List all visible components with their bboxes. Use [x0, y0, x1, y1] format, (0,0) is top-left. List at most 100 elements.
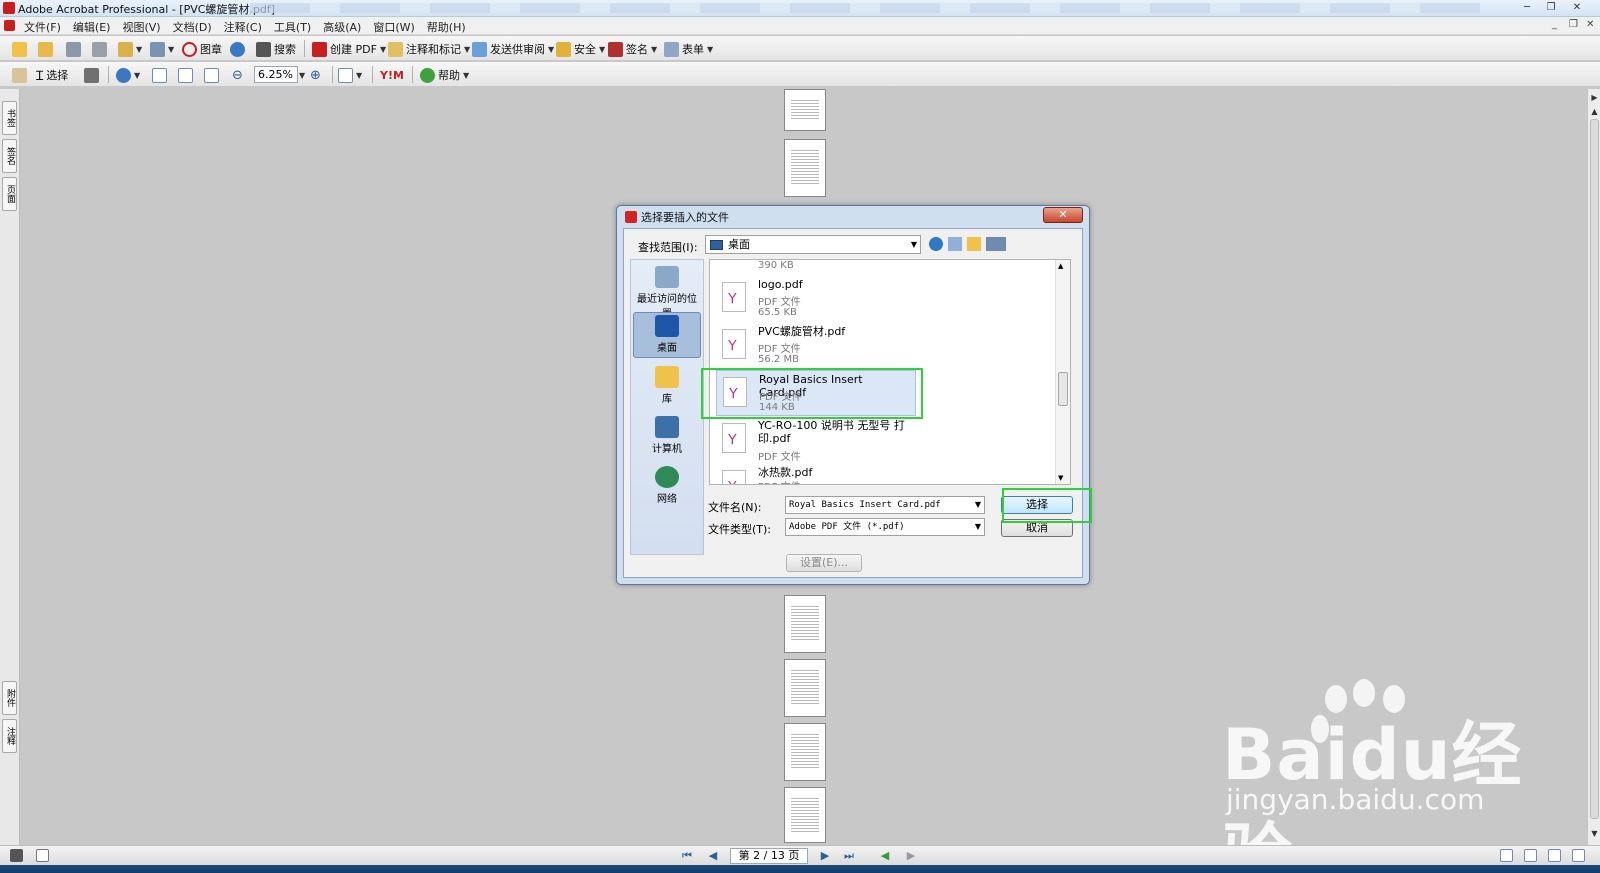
- place-network[interactable]: 网络: [633, 464, 701, 510]
- arrow-right-icon[interactable]: ▶: [1589, 93, 1600, 105]
- snapshot-button[interactable]: [84, 66, 99, 84]
- doc-close-button[interactable]: ✕: [1586, 19, 1594, 30]
- page-number-field[interactable]: 第 2 / 13 页: [730, 848, 808, 864]
- ym-button[interactable]: Y!M: [380, 66, 404, 84]
- print-button[interactable]: [92, 40, 107, 58]
- fit-page-icon: [178, 67, 193, 83]
- menu-advanced[interactable]: 高级(A): [323, 19, 361, 35]
- last-page-button[interactable]: ⏭: [842, 849, 856, 863]
- chevron-down-icon[interactable]: ▼: [975, 519, 981, 535]
- tab-attachments[interactable]: 附件: [2, 681, 17, 715]
- look-in-dropdown[interactable]: 桌面 ▼: [705, 235, 921, 254]
- menu-view[interactable]: 视图(V): [122, 19, 160, 35]
- close-window-button[interactable]: ✕: [1566, 1, 1588, 15]
- previous-page-button[interactable]: ◀: [706, 849, 720, 863]
- previous-view-button[interactable]: ◀: [878, 849, 892, 863]
- file-list-scrollbar[interactable]: ▲ ▼: [1055, 260, 1070, 484]
- chevron-down-icon[interactable]: ▼: [975, 497, 981, 513]
- page-thumbnail[interactable]: [784, 139, 826, 197]
- panel-toggle-icon[interactable]: [10, 849, 23, 862]
- scroll-down-arrow[interactable]: ▼: [1058, 474, 1063, 482]
- up-folder-icon[interactable]: [948, 237, 962, 251]
- continuous-facing-icon[interactable]: [1572, 849, 1585, 862]
- menu-help[interactable]: 帮助(H): [427, 19, 466, 35]
- fit-page-button[interactable]: [178, 66, 193, 84]
- filename-input[interactable]: Royal Basics Insert Card.pdf ▼: [785, 496, 985, 514]
- help-button[interactable]: 帮助 ▼: [420, 66, 469, 84]
- dialog-close-button[interactable]: ✕: [1043, 207, 1083, 223]
- page-thumbnail[interactable]: [784, 723, 826, 781]
- facing-icon[interactable]: [1548, 849, 1561, 862]
- next-view-button[interactable]: ▶: [904, 849, 918, 863]
- page-thumbnail[interactable]: [784, 595, 826, 653]
- scrollbar-thumb[interactable]: [1590, 119, 1599, 819]
- web-button[interactable]: [230, 40, 245, 58]
- open-button[interactable]: [12, 40, 27, 58]
- file-item-logo[interactable]: logo.pdf PDF 文件 65.5 KB: [716, 276, 916, 322]
- email-button[interactable]: ▼: [118, 40, 142, 58]
- filetype-dropdown[interactable]: Adobe PDF 文件 (*.pdf) ▼: [785, 518, 985, 536]
- menu-file[interactable]: 文件(F): [24, 19, 61, 35]
- page-thumbnail[interactable]: [784, 787, 826, 843]
- tab-bookmarks[interactable]: 书签: [2, 101, 17, 135]
- menu-tools[interactable]: 工具(T): [274, 19, 311, 35]
- view-menu-icon[interactable]: [986, 237, 1006, 251]
- next-page-button[interactable]: ▶: [818, 849, 832, 863]
- page-size-icon[interactable]: [36, 849, 49, 862]
- page-thumbnail[interactable]: [784, 659, 826, 717]
- scroll-up-arrow[interactable]: ▲: [1058, 262, 1063, 270]
- file-item-bingre[interactable]: 冰热款.pdf PDF 文件: [716, 464, 916, 484]
- file-item[interactable]: 390 KB: [716, 260, 916, 271]
- menu-window[interactable]: 窗口(W): [373, 19, 414, 35]
- document-icon[interactable]: [4, 20, 15, 31]
- tab-comments[interactable]: 注释: [2, 719, 17, 753]
- settings-button[interactable]: 设置(E)...: [786, 554, 862, 572]
- rotate-button[interactable]: ▼: [338, 66, 362, 84]
- zoom-in-button[interactable]: ⊕: [310, 66, 321, 84]
- zoom-out-button[interactable]: ⊖: [232, 66, 243, 84]
- organizer-button[interactable]: [38, 40, 53, 58]
- single-page-icon[interactable]: [1500, 849, 1513, 862]
- scroll-up-arrow[interactable]: ▲: [1589, 107, 1600, 119]
- actual-size-button[interactable]: [152, 66, 167, 84]
- attach-button[interactable]: ▼: [150, 40, 174, 58]
- back-icon[interactable]: [929, 237, 943, 251]
- file-item-pvc[interactable]: PVC螺旋管材.pdf PDF 文件 56.2 MB: [716, 323, 916, 369]
- place-computer[interactable]: 计算机: [633, 414, 701, 460]
- send-review-button[interactable]: 发送供审阅 ▼: [472, 40, 554, 58]
- minimize-button[interactable]: ─: [1516, 1, 1538, 15]
- file-item-yc-ro[interactable]: YC-RO-100 说明书 无型号 打印.pdf PDF 文件: [716, 417, 916, 463]
- stamp-button[interactable]: 图章: [182, 40, 222, 58]
- select-tool-button[interactable]: Ɪ 选择: [36, 66, 68, 84]
- doc-minimize-button[interactable]: _: [1552, 19, 1557, 30]
- menu-comments[interactable]: 注释(C): [224, 19, 262, 35]
- page-thumbnail[interactable]: [784, 89, 826, 131]
- tab-signatures[interactable]: 签名: [2, 139, 17, 173]
- zoom-dropdown[interactable]: ▼: [299, 66, 305, 84]
- first-page-button[interactable]: ⏮: [680, 849, 694, 863]
- security-button[interactable]: 安全 ▼: [556, 40, 605, 58]
- menu-edit[interactable]: 编辑(E): [73, 19, 111, 35]
- scroll-down-arrow[interactable]: ▼: [1589, 829, 1600, 841]
- forms-button[interactable]: 表单 ▼: [664, 40, 713, 58]
- place-desktop[interactable]: 桌面: [633, 312, 701, 358]
- new-folder-icon[interactable]: [967, 237, 981, 251]
- document-scrollbar[interactable]: ▶ ▲ ▼: [1587, 89, 1600, 845]
- place-recent[interactable]: 最近访问的位置: [633, 264, 701, 320]
- zoom-tool-button[interactable]: ▼: [116, 66, 140, 84]
- tab-pages[interactable]: 页面: [2, 177, 17, 211]
- hand-tool-button[interactable]: [12, 66, 27, 84]
- doc-restore-button[interactable]: ❐: [1569, 19, 1578, 30]
- comment-markup-button[interactable]: 注释和标记 ▼: [388, 40, 470, 58]
- create-pdf-button[interactable]: 创建 PDF ▼: [312, 40, 386, 58]
- maximize-button[interactable]: ❐: [1540, 1, 1562, 15]
- fit-width-button[interactable]: [204, 66, 219, 84]
- search-button[interactable]: 搜索: [256, 40, 296, 58]
- menu-document[interactable]: 文档(D): [173, 19, 212, 35]
- sign-button[interactable]: 签名 ▼: [608, 40, 657, 58]
- continuous-icon[interactable]: [1524, 849, 1537, 862]
- save-button[interactable]: [66, 40, 81, 58]
- scrollbar-thumb[interactable]: [1058, 372, 1068, 406]
- place-libraries[interactable]: 库: [633, 364, 701, 410]
- zoom-level-input[interactable]: 6.25%: [254, 66, 298, 83]
